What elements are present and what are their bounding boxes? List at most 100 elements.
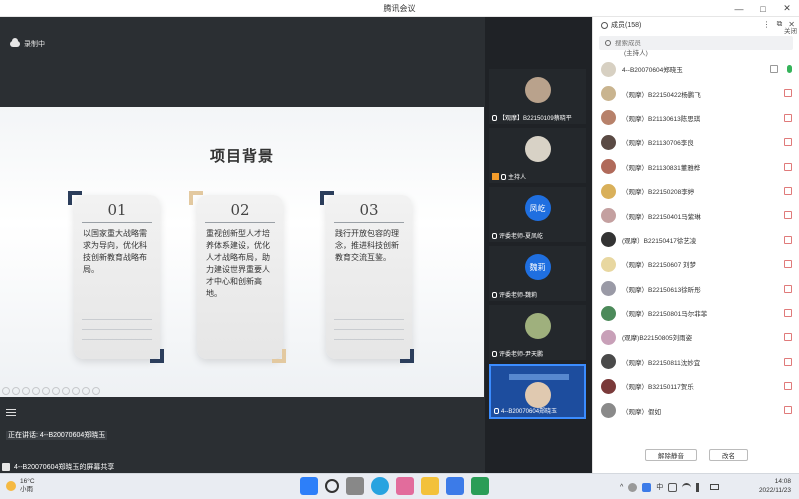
video-tile-active[interactable]: 4--B20070604郑晓玉 (489, 364, 586, 419)
member-row[interactable]: （观摩）B22150811沈妙宜 (593, 350, 799, 374)
mic-off-icon[interactable] (784, 333, 792, 342)
mic-off-icon[interactable] (784, 308, 792, 317)
member-row[interactable]: （观摩）假如 (593, 398, 799, 422)
clock[interactable]: 14:08 2022/11/23 (759, 477, 791, 495)
screen-share-label: 4--B20070604郑晓玉的屏幕共享 (14, 463, 115, 471)
member-row[interactable]: （观摩）B21130613陈思琪 (593, 106, 799, 130)
mic-off-icon[interactable] (784, 260, 792, 269)
video-tile[interactable]: 主持人 (489, 128, 586, 183)
card-text: 践行开放包容的理念，推进科技创新教育交流互鉴。 (335, 229, 399, 262)
app-icon[interactable] (471, 477, 489, 495)
mic-off-icon[interactable] (784, 357, 792, 366)
slide-dot[interactable] (72, 387, 80, 395)
slide-dot[interactable] (92, 387, 100, 395)
member-name: （观摩）B21130831董雅桦 (622, 164, 701, 172)
member-row[interactable]: (观摩）B22150417徐艺凌 (593, 228, 799, 252)
member-name: （观摩）B22150422杨鹏飞 (622, 91, 701, 99)
card-divider (205, 222, 275, 223)
tencent-meeting-icon[interactable] (446, 477, 464, 495)
member-row[interactable]: 4--B20070604郑晓玉 (593, 57, 799, 81)
mic-off-icon[interactable] (784, 382, 792, 391)
video-tile-name: 4--B20070604郑晓玉 (494, 406, 557, 415)
minimize-button[interactable]: — (727, 0, 751, 17)
input-language[interactable]: 中 (656, 482, 663, 492)
tray-app-icon[interactable] (628, 482, 638, 492)
slide-dot[interactable] (12, 387, 20, 395)
mic-off-icon[interactable] (784, 406, 792, 415)
mic-off-icon[interactable] (784, 138, 792, 147)
store-icon[interactable] (396, 477, 414, 495)
popout-icon[interactable]: ⧉ (777, 19, 783, 29)
avatar: 魏莉 (524, 254, 551, 280)
search-icon[interactable] (325, 479, 339, 493)
file-explorer-icon[interactable] (421, 477, 439, 495)
video-tile[interactable]: 魏莉 评委老师-魏莉 (489, 246, 586, 301)
members-header: 成员(158) (601, 20, 641, 30)
slide-dot[interactable] (2, 387, 10, 395)
card-divider (82, 222, 152, 223)
members-panel: 成员(158) ⋮ ⧉ ✕ 关闭 (主持人) 4--B20070604郑晓玉（观… (592, 17, 799, 473)
member-row[interactable]: （观摩）B32150117贺乐 (593, 374, 799, 398)
member-row[interactable]: （观摩）B22150401马紫琳 (593, 203, 799, 227)
wifi-icon[interactable] (682, 482, 692, 492)
close-button[interactable]: ✕ (775, 0, 799, 17)
slide-dot[interactable] (62, 387, 70, 395)
edge-icon[interactable] (371, 477, 389, 495)
video-tile[interactable]: 凤屹 评委老师-夏凤屹 (489, 187, 586, 242)
mic-off-icon[interactable] (784, 162, 792, 171)
weather-widget[interactable]: 16°C 小雨 (6, 478, 35, 494)
keyboard-icon[interactable] (668, 482, 678, 492)
card-rule (82, 339, 152, 340)
recording-indicator[interactable]: 录制中 (10, 38, 45, 49)
member-row[interactable]: （观摩）B22150607 刘梦 (593, 252, 799, 276)
search-input[interactable] (615, 39, 775, 47)
mic-off-icon[interactable] (784, 211, 792, 220)
speaking-label: 正在讲话: 4--B20070604郑晓玉 (6, 431, 108, 440)
card-rule (82, 319, 152, 320)
member-row[interactable]: （观摩）B21130706李良 (593, 130, 799, 154)
user-icon (601, 21, 608, 29)
menu-icon[interactable] (6, 409, 16, 416)
mic-off-icon[interactable] (784, 284, 792, 293)
tray-arrow-icon[interactable]: ^ (620, 484, 623, 491)
slide-dot[interactable] (42, 387, 50, 395)
avatar (524, 313, 551, 339)
mic-off-icon[interactable] (784, 235, 792, 244)
avatar (601, 403, 616, 419)
rain-icon (6, 481, 16, 491)
close-panel-button[interactable]: 关闭 (784, 25, 797, 35)
battery-icon[interactable] (710, 484, 720, 490)
tray-app-icon[interactable] (642, 482, 652, 492)
member-row[interactable]: （观摩）B22150208李婷 (593, 179, 799, 203)
video-tile[interactable]: 评委老师-尹天鹏 (489, 305, 586, 360)
member-name: (观摩）B22150417徐艺凌 (622, 237, 697, 245)
mic-on-icon[interactable] (787, 65, 792, 73)
volume-icon[interactable] (696, 482, 705, 492)
camera-icon[interactable] (770, 65, 778, 73)
member-row[interactable]: （观摩）B22150613徐昕彤 (593, 277, 799, 301)
unmute-all-button[interactable]: 解除静音 (645, 449, 697, 461)
mic-off-icon[interactable] (784, 89, 792, 98)
slide-dot[interactable] (32, 387, 40, 395)
maximize-button[interactable]: □ (751, 0, 775, 17)
task-view-icon[interactable] (346, 477, 364, 495)
member-row[interactable]: （观摩）B22150801马尔菲菲 (593, 301, 799, 325)
rename-button[interactable]: 改名 (709, 449, 748, 461)
member-row[interactable]: （观摩）B22150422杨鹏飞 (593, 81, 799, 105)
video-tile[interactable]: 【观摩】B22150109蔡晓平 (489, 69, 586, 124)
slide-dot[interactable] (52, 387, 60, 395)
slide-dot[interactable] (82, 387, 90, 395)
mic-off-icon[interactable] (784, 113, 792, 122)
more-icon[interactable]: ⋮ (763, 20, 771, 29)
screen-share-icon (2, 462, 10, 471)
screen-share-bar[interactable]: 4--B20070604郑晓玉的屏幕共享 (0, 460, 114, 473)
taskbar-apps (300, 477, 489, 495)
start-icon[interactable] (300, 477, 318, 495)
member-row[interactable]: （观摩）B21130831董雅桦 (593, 155, 799, 179)
speaking-indicator: 正在讲话: 4--B20070604郑晓玉 (6, 430, 108, 440)
mic-off-icon[interactable] (784, 186, 792, 195)
cloud-icon (10, 38, 20, 47)
member-row[interactable]: (观摩)B22150805刘雨姿 (593, 325, 799, 349)
slide-title: 项目背景 (209, 148, 274, 165)
slide-dot[interactable] (22, 387, 30, 395)
